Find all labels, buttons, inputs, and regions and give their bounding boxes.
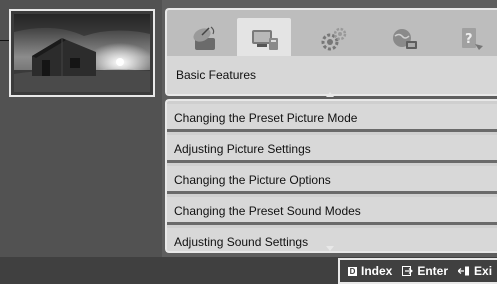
- exit-icon: [458, 266, 470, 276]
- tv-stand-icon: [252, 30, 278, 50]
- help-question-icon: ?: [462, 28, 483, 50]
- list-item-preset-sound-modes[interactable]: Changing the Preset Sound Modes: [167, 197, 497, 225]
- tab-setup[interactable]: [307, 18, 361, 60]
- satellite-dish-icon: [193, 26, 215, 50]
- svg-text:?: ?: [465, 32, 473, 47]
- tab-basic-features[interactable]: [237, 18, 291, 60]
- enter-icon: [402, 266, 414, 276]
- d-key-icon: D: [348, 266, 357, 276]
- index-button[interactable]: D Index: [348, 264, 392, 278]
- gears-icon: [321, 27, 347, 51]
- header-panel: ? Basic Features: [165, 8, 497, 96]
- section-title: Basic Features: [167, 56, 497, 94]
- tab-satellite[interactable]: [177, 18, 231, 60]
- list-item-preset-picture-mode[interactable]: Changing the Preset Picture Mode: [167, 104, 497, 132]
- index-label: Index: [361, 264, 393, 278]
- enter-button[interactable]: Enter: [402, 264, 448, 278]
- scroll-down-arrow-icon[interactable]: [326, 246, 334, 251]
- list-item-picture-options[interactable]: Changing the Picture Options: [167, 166, 497, 194]
- tab-network[interactable]: [377, 18, 431, 60]
- scroll-up-arrow-icon[interactable]: [326, 92, 334, 97]
- exit-button[interactable]: Exi: [458, 264, 492, 278]
- footer-controls: D Index Enter Exi: [338, 258, 497, 284]
- enter-label: Enter: [417, 264, 449, 278]
- category-tab-bar: ?: [177, 16, 497, 60]
- topic-list: Changing the Preset Picture Mode Adjusti…: [165, 99, 497, 253]
- globe-network-icon: [393, 29, 417, 49]
- list-item-picture-settings[interactable]: Adjusting Picture Settings: [167, 135, 497, 163]
- preview-thumbnail: [9, 9, 155, 97]
- tab-help[interactable]: ?: [445, 18, 497, 60]
- exit-label: Exi: [474, 264, 493, 278]
- barn-landscape-image: [14, 14, 150, 92]
